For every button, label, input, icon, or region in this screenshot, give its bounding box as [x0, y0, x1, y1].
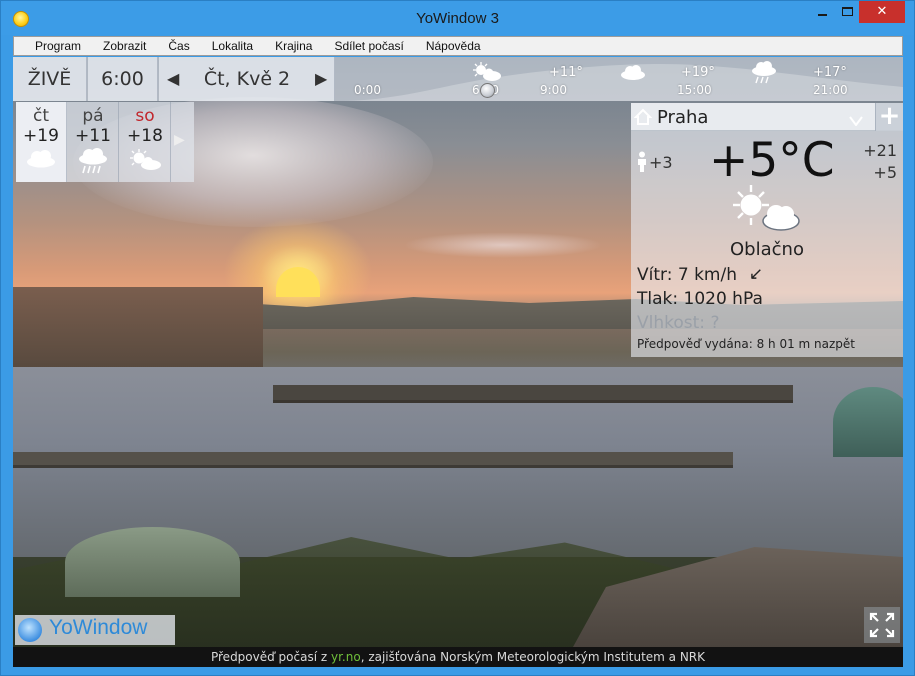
forecast-day-name: pá — [82, 106, 104, 126]
feels-like-value: +3 — [649, 152, 673, 172]
forecast-day-friday[interactable]: pá +11 — [68, 102, 119, 182]
sun-cloud-icon — [729, 183, 805, 239]
condition-text: Oblačno — [730, 239, 804, 260]
home-icon[interactable] — [633, 108, 653, 130]
date-label: Čt, Kvě 2 — [203, 68, 291, 90]
city-name[interactable]: Praha — [657, 107, 708, 128]
cloud-icon — [16, 148, 66, 168]
minimize-icon — [818, 14, 827, 16]
wind-label: Vítr: — [637, 265, 673, 285]
foreground-dome-roof — [65, 527, 240, 597]
timeline-hour-0: 0:00 — [354, 83, 381, 97]
wind-row: Vítr: 7 km/h ↓ — [637, 263, 768, 287]
near-bridge — [13, 452, 733, 468]
forecast-issued-row: Předpověď vydána: 8 h 01 m nazpět — [637, 337, 855, 351]
timeline-temp-21: +17° — [813, 65, 847, 80]
prev-day-arrow-icon[interactable]: ◀ — [167, 69, 179, 88]
forecast-day-temp: +11 — [75, 126, 111, 146]
next-day-arrow-icon[interactable]: ▶ — [315, 69, 327, 88]
add-location-button[interactable]: + — [875, 103, 903, 131]
brand-name: YoWindow — [49, 616, 148, 639]
location-header[interactable]: Praha + — [631, 103, 903, 131]
green-dome — [833, 387, 903, 457]
status-bar: Předpověď počasí z yr.no, zajišťována No… — [13, 647, 903, 667]
source-link[interactable]: yr.no — [331, 650, 361, 664]
humidity-row: Vlhkost: ? — [637, 313, 719, 333]
close-button[interactable]: ✕ — [859, 1, 905, 23]
more-days-arrow-icon[interactable]: ▶ — [174, 132, 185, 148]
wind-value: 7 km/h — [677, 265, 737, 285]
status-suffix: , zajišťována Norským Meteorologickým In… — [360, 650, 706, 664]
timeline-hour-21: 21:00 — [813, 83, 848, 97]
pressure-value: 1020 hPa — [683, 289, 763, 309]
title-bar[interactable]: YoWindow 3 ✕ — [1, 1, 914, 35]
feels-like: +3 — [635, 151, 673, 173]
yowindow-logo[interactable]: YoWindow — [15, 615, 175, 645]
maximize-icon — [842, 7, 853, 16]
live-button[interactable]: ŽIVĚ — [13, 57, 87, 101]
person-icon — [638, 151, 646, 172]
charles-bridge — [273, 385, 793, 403]
date-selector: ◀ Čt, Kvě 2 ▶ — [159, 57, 335, 101]
forecast-day-thursday[interactable]: čt +19 — [16, 102, 67, 182]
cloud-icon — [619, 64, 647, 84]
forecast-day-saturday[interactable]: so +18 — [120, 102, 171, 182]
maximize-button[interactable] — [837, 1, 859, 23]
yowindow-icon — [18, 618, 42, 642]
humidity-label: Vlhkost: — [637, 313, 706, 333]
current-temperature: +5°C — [709, 133, 835, 188]
menu-sdilet[interactable]: Sdílet počasí — [323, 39, 414, 53]
forecast-day-name: čt — [32, 106, 49, 126]
menu-program[interactable]: Program — [24, 39, 92, 53]
timeline-hour-15: 15:00 — [677, 83, 712, 97]
daily-forecast: čt +19 pá +11 so +18 ▶ — [16, 102, 194, 182]
fullscreen-button[interactable] — [864, 607, 900, 643]
wind-direction-icon: ↓ — [743, 262, 768, 288]
day-timeline[interactable]: +11° +19° +17° 0:00 6:00 9:00 15:00 21:0… — [336, 57, 903, 101]
status-prefix: Předpověď počasí z — [210, 650, 331, 664]
menu-napoveda[interactable]: Nápověda — [415, 39, 492, 53]
chevron-down-icon[interactable] — [849, 111, 863, 130]
sun-cloud-icon — [120, 148, 170, 172]
sky-cloud-band — [403, 232, 603, 258]
forecast-issued-label: Předpověď vydána: — [637, 337, 753, 351]
timeline-hour-9: 9:00 — [540, 83, 567, 97]
menu-cas[interactable]: Čas — [157, 39, 200, 53]
temp-low: +5 — [873, 163, 897, 182]
app-window: YoWindow 3 ✕ Program Zobrazit Čas Lokali… — [0, 0, 915, 676]
time-bar: ŽIVĚ 6:00 ◀ Čt, Kvě 2 ▶ +11° +19° +17° 0… — [13, 57, 903, 101]
pressure-row: Tlak: 1020 hPa — [637, 289, 763, 309]
current-time[interactable]: 6:00 — [88, 57, 158, 101]
rain-cloud-icon — [68, 148, 118, 174]
menu-krajina[interactable]: Krajina — [264, 39, 323, 53]
timeline-temp-9: +11° — [549, 65, 583, 80]
menu-lokalita[interactable]: Lokalita — [201, 39, 264, 53]
forecast-day-temp: +18 — [127, 126, 163, 146]
timeline-temp-15: +19° — [681, 65, 715, 80]
minimize-button[interactable] — [809, 1, 837, 23]
forecast-issued-value: 8 h 01 m nazpět — [756, 337, 855, 351]
forecast-day-name: so — [135, 106, 155, 126]
temp-high: +21 — [863, 141, 897, 160]
timeline-slider-knob[interactable] — [480, 83, 495, 98]
menu-zobrazit[interactable]: Zobrazit — [92, 39, 157, 53]
humidity-value: ? — [710, 313, 720, 333]
menu-bar: Program Zobrazit Čas Lokalita Krajina Sd… — [13, 36, 903, 56]
forecast-day-temp: +19 — [23, 126, 59, 146]
pressure-label: Tlak: — [637, 289, 679, 309]
weather-panel: Praha + +3 +5°C +21 +5 Oblačno Vítr: 7 k… — [631, 103, 903, 357]
rain-cloud-icon — [750, 61, 778, 89]
window-title: YoWindow 3 — [416, 10, 499, 27]
fullscreen-icon — [869, 612, 895, 638]
